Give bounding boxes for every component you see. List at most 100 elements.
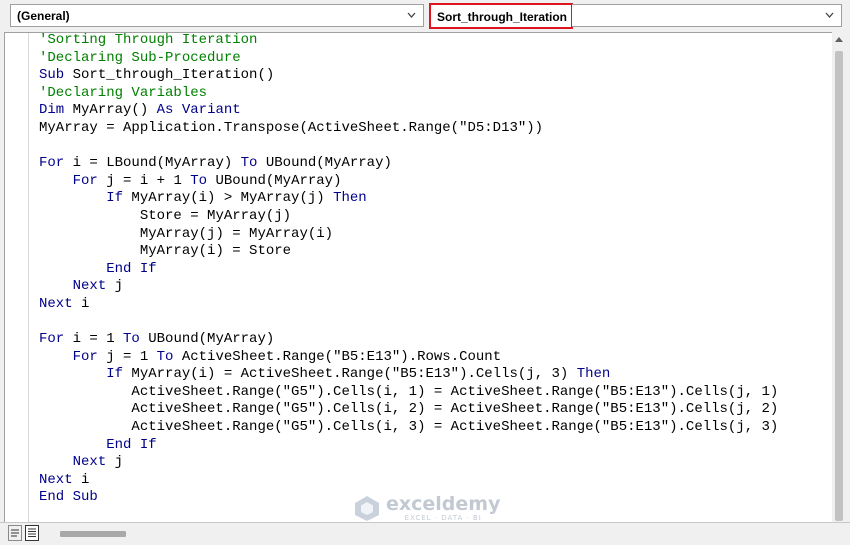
code-token: MyArray() bbox=[64, 102, 157, 119]
procedure-dropdown-highlighted[interactable]: Sort_through_Iteration bbox=[429, 3, 573, 29]
code-token: j bbox=[106, 454, 124, 471]
code-token: i bbox=[72, 471, 90, 488]
code-keyword: Dim bbox=[39, 102, 65, 119]
code-token: ActiveSheet.Range("G5").Cells(i, 1) = Ac… bbox=[131, 383, 779, 400]
code-keyword: For bbox=[39, 155, 65, 172]
code-token: j bbox=[106, 278, 124, 295]
code-line[interactable]: MyArray = Application.Transpose(ActiveSh… bbox=[39, 120, 778, 138]
code-token: MyArray(i) > MyArray(j) bbox=[123, 190, 334, 207]
code-token: ActiveSheet.Range("B5:E13").Rows.Count bbox=[173, 348, 502, 365]
code-keyword: To bbox=[123, 331, 140, 348]
code-text[interactable]: 'Sorting Through Iteration 'Declaring Sub… bbox=[39, 32, 778, 507]
code-token: ActiveSheet.Range("G5").Cells(i, 2) = Ac… bbox=[131, 401, 779, 418]
code-line[interactable]: End If bbox=[39, 437, 778, 455]
code-line[interactable]: ​ bbox=[39, 314, 778, 332]
code-token: MyArray(i) = Store bbox=[139, 243, 292, 260]
code-token: i = 1 bbox=[64, 331, 124, 348]
code-keyword: For bbox=[72, 172, 98, 189]
code-keyword: If bbox=[106, 190, 124, 207]
code-keyword: Next bbox=[39, 471, 73, 488]
margin-indicator-bar[interactable] bbox=[5, 33, 29, 522]
procedure-dropdown-value: Sort_through_Iteration bbox=[437, 10, 568, 24]
code-token: MyArray = Application.Transpose(ActiveSh… bbox=[39, 119, 544, 136]
code-comment: 'Declaring Variables bbox=[39, 84, 208, 101]
code-keyword: For bbox=[72, 348, 98, 365]
code-token: i = LBound(MyArray) bbox=[64, 155, 241, 172]
code-token: MyArray(j) = MyArray(i) bbox=[139, 225, 334, 242]
code-keyword: End If bbox=[106, 436, 157, 453]
procedure-view-icon bbox=[11, 529, 19, 537]
code-line[interactable]: ​ bbox=[39, 138, 778, 156]
code-line[interactable]: MyArray(j) = MyArray(i) bbox=[39, 226, 778, 244]
scroll-up-arrow-icon[interactable] bbox=[835, 37, 843, 42]
code-token: UBound(MyArray) bbox=[257, 155, 392, 172]
vertical-scroll-thumb[interactable] bbox=[835, 51, 843, 521]
code-line[interactable]: Next j bbox=[39, 454, 778, 472]
code-line[interactable]: 'Declaring Variables bbox=[39, 85, 778, 103]
watermark-tagline: EXCEL · DATA · BI bbox=[404, 513, 482, 522]
exceldemy-logo-icon bbox=[355, 496, 379, 521]
code-line[interactable]: Sub Sort_through_Iteration() bbox=[39, 67, 778, 85]
horizontal-scroll-thumb[interactable] bbox=[60, 531, 126, 537]
code-editor[interactable]: 'Sorting Through Iteration 'Declaring Sub… bbox=[4, 32, 832, 522]
code-line[interactable]: ActiveSheet.Range("G5").Cells(i, 3) = Ac… bbox=[39, 419, 778, 437]
code-line[interactable]: For i = 1 To UBound(MyArray) bbox=[39, 331, 778, 349]
code-token: MyArray(i) = ActiveSheet.Range("B5:E13")… bbox=[123, 366, 577, 383]
code-line[interactable]: 'Sorting Through Iteration bbox=[39, 32, 778, 50]
code-token: ActiveSheet.Range("G5").Cells(i, 3) = Ac… bbox=[131, 419, 779, 436]
code-line[interactable]: MyArray(i) = Store bbox=[39, 243, 778, 261]
code-line[interactable]: If MyArray(i) = ActiveSheet.Range("B5:E1… bbox=[39, 366, 778, 384]
code-keyword: As bbox=[156, 102, 174, 119]
code-line[interactable]: Store = MyArray(j) bbox=[39, 208, 778, 226]
object-dropdown[interactable]: (General) bbox=[10, 4, 424, 27]
code-token: UBound(MyArray) bbox=[207, 172, 342, 189]
code-keyword: Variant bbox=[181, 102, 241, 119]
code-keyword: Sub bbox=[39, 67, 65, 84]
chevron-down-icon[interactable] bbox=[824, 9, 835, 21]
code-token: Sort_through_Iteration() bbox=[64, 67, 275, 84]
full-module-view-button[interactable] bbox=[25, 525, 39, 541]
code-line[interactable]: Dim MyArray() As Variant bbox=[39, 102, 778, 120]
code-line[interactable]: For j = i + 1 To UBound(MyArray) bbox=[39, 173, 778, 191]
code-token: j = i + 1 bbox=[97, 172, 191, 189]
code-window-toolbar: (General) Sort_through_Iteration bbox=[0, 0, 850, 32]
code-line[interactable]: Next j bbox=[39, 278, 778, 296]
code-keyword: Then bbox=[576, 366, 611, 383]
code-line[interactable]: Next i bbox=[39, 472, 778, 490]
code-keyword: To bbox=[240, 155, 258, 172]
code-line[interactable]: End If bbox=[39, 261, 778, 279]
code-keyword: Next bbox=[72, 454, 107, 471]
watermark-name: exceldemy bbox=[386, 492, 501, 515]
code-line[interactable]: Next i bbox=[39, 296, 778, 314]
procedure-dropdown[interactable] bbox=[572, 4, 842, 27]
exceldemy-watermark: exceldemy EXCEL · DATA · BI bbox=[352, 494, 500, 522]
full-module-view-icon bbox=[28, 528, 36, 537]
code-line[interactable]: For j = 1 To ActiveSheet.Range("B5:E13")… bbox=[39, 349, 778, 367]
code-line[interactable]: ActiveSheet.Range("G5").Cells(i, 2) = Ac… bbox=[39, 401, 778, 419]
code-line[interactable]: ActiveSheet.Range("G5").Cells(i, 1) = Ac… bbox=[39, 384, 778, 402]
code-keyword: Then bbox=[333, 190, 367, 207]
chevron-down-icon[interactable] bbox=[406, 9, 417, 21]
code-keyword: Next bbox=[72, 278, 107, 295]
code-keyword: Next bbox=[39, 295, 73, 312]
code-token: UBound(MyArray) bbox=[139, 331, 275, 348]
code-token: i bbox=[72, 295, 90, 312]
code-comment: 'Declaring Sub-Procedure bbox=[39, 49, 241, 66]
code-line[interactable]: If MyArray(i) > MyArray(j) Then bbox=[39, 190, 778, 208]
code-keyword: End If bbox=[106, 260, 157, 277]
code-token: Store = MyArray(j) bbox=[139, 207, 292, 224]
code-token: j = 1 bbox=[97, 348, 157, 365]
code-line[interactable]: 'Declaring Sub-Procedure bbox=[39, 50, 778, 68]
procedure-view-button[interactable] bbox=[8, 525, 22, 541]
object-dropdown-value: (General) bbox=[17, 9, 70, 23]
code-keyword: For bbox=[39, 331, 65, 348]
code-keyword: If bbox=[106, 366, 124, 383]
code-line[interactable]: For i = LBound(MyArray) To UBound(MyArra… bbox=[39, 155, 778, 173]
code-keyword: To bbox=[190, 172, 208, 189]
code-keyword: To bbox=[156, 348, 174, 365]
code-comment: 'Sorting Through Iteration bbox=[39, 32, 258, 48]
code-keyword: End Sub bbox=[39, 489, 98, 506]
vertical-scrollbar[interactable] bbox=[832, 32, 846, 522]
status-bottom-bar bbox=[0, 522, 850, 544]
